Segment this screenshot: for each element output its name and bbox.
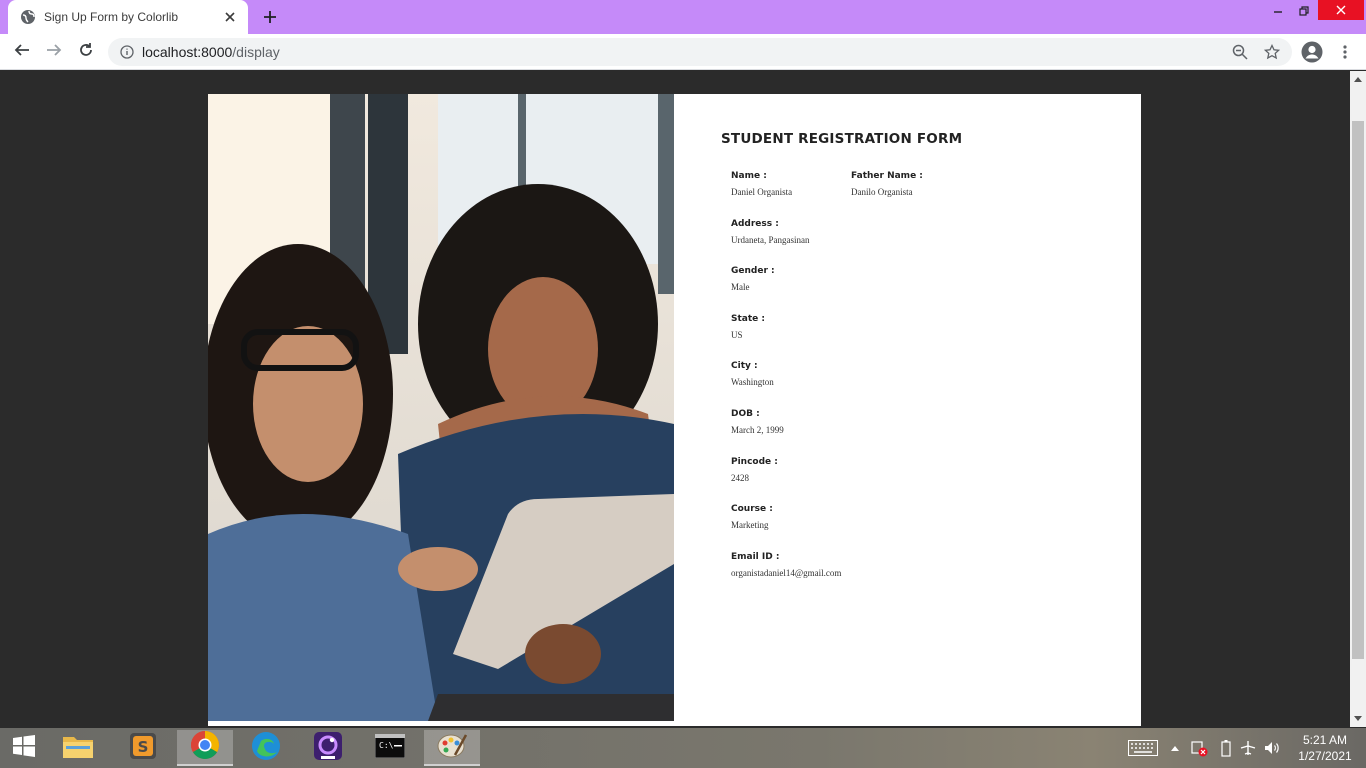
field-state: State : US (731, 314, 765, 340)
start-button[interactable] (0, 728, 48, 768)
edge-icon (251, 731, 281, 766)
city-value: Washington (731, 377, 774, 387)
form-title: STUDENT REGISTRATION FORM (721, 131, 963, 147)
network-disconnected-icon[interactable] (1188, 728, 1210, 768)
registration-card: STUDENT REGISTRATION FORM Name : Daniel … (208, 94, 1141, 726)
address-bar[interactable]: localhost:8000/display (108, 38, 1292, 66)
tab-close-icon[interactable] (222, 9, 238, 25)
reload-button[interactable] (74, 41, 98, 63)
taskbar-edge[interactable] (238, 730, 294, 766)
zoom-icon[interactable] (1231, 43, 1249, 61)
paint-palette-icon (437, 731, 468, 764)
close-window-button[interactable] (1318, 0, 1364, 20)
email-value: organistadaniel14@gmail.com (731, 568, 842, 578)
father-name-value: Danilo Organista (851, 187, 913, 197)
url-host: localhost:8000 (142, 44, 233, 60)
scroll-down-arrow-icon[interactable] (1350, 711, 1366, 727)
chrome-icon (190, 730, 220, 765)
field-father-name: Father Name : Danilo Organista (851, 171, 923, 197)
page-scrollbar[interactable] (1350, 71, 1366, 727)
taskbar-chrome[interactable] (177, 730, 233, 766)
address-value: Urdaneta, Pangasinan (731, 235, 810, 245)
field-city: City : Washington (731, 361, 774, 387)
address-label: Address : (731, 219, 779, 229)
tab-title: Sign Up Form by Colorlib (44, 10, 179, 24)
course-label: Course : (731, 504, 773, 514)
svg-text:S: S (138, 738, 149, 756)
registration-form: STUDENT REGISTRATION FORM Name : Daniel … (721, 131, 1121, 578)
field-pincode: Pincode : 2428 (731, 457, 778, 483)
state-label: State : (731, 314, 765, 324)
show-hidden-icons-icon[interactable] (1166, 728, 1184, 768)
svg-text:C:\: C:\ (379, 741, 394, 750)
windows-taskbar: S C:\ 5:21 AM 1/27/2021 (0, 728, 1366, 768)
dob-label: DOB : (731, 409, 760, 419)
taskbar-purple-app[interactable] (300, 730, 356, 766)
taskbar-clock[interactable]: 5:21 AM 1/27/2021 (1290, 732, 1360, 764)
touch-keyboard-icon[interactable] (1126, 728, 1160, 768)
course-value: Marketing (731, 520, 769, 530)
field-address: Address : Urdaneta, Pangasinan (731, 219, 809, 245)
new-tab-button[interactable] (258, 6, 282, 28)
restore-button[interactable] (1292, 0, 1316, 22)
url-path: /display (232, 44, 280, 60)
students-photo (208, 94, 674, 721)
arrow-right-icon (46, 42, 62, 63)
terminal-icon: C:\ (374, 733, 406, 763)
browser-tab[interactable]: Sign Up Form by Colorlib (8, 0, 248, 34)
dob-value: March 2, 1999 (731, 425, 784, 435)
gender-label: Gender : (731, 266, 775, 276)
folder-icon (62, 733, 94, 764)
back-button[interactable] (10, 41, 34, 63)
browser-toolbar: localhost:8000/display (0, 34, 1366, 70)
globe-icon (20, 9, 36, 25)
city-label: City : (731, 361, 758, 371)
gender-value: Male (731, 282, 750, 292)
airplane-mode-icon[interactable] (1238, 728, 1258, 768)
field-name: Name : Daniel Organista (731, 171, 792, 197)
taskbar-file-explorer[interactable] (50, 730, 106, 766)
windows-logo-icon (12, 734, 36, 763)
clock-time: 5:21 AM (1302, 733, 1348, 747)
profile-avatar[interactable] (1300, 40, 1324, 64)
taskbar-sublime-text[interactable]: S (115, 730, 171, 766)
pincode-label: Pincode : (731, 457, 778, 467)
battery-icon[interactable] (1216, 728, 1236, 768)
field-email: Email ID : organistadaniel14@gmail.com (731, 552, 841, 578)
purple-app-icon (313, 731, 343, 766)
arrow-left-icon (14, 42, 30, 63)
reload-icon (78, 42, 94, 63)
more-menu-icon[interactable] (1336, 43, 1354, 61)
browser-tab-strip: Sign Up Form by Colorlib (0, 0, 1366, 34)
taskbar-command-prompt[interactable]: C:\ (362, 730, 418, 766)
bookmark-star-icon[interactable] (1263, 43, 1281, 61)
scrollbar-thumb[interactable] (1352, 121, 1364, 659)
minimize-button[interactable] (1266, 0, 1290, 22)
info-icon[interactable] (120, 45, 134, 59)
forward-button[interactable] (42, 41, 66, 63)
name-label: Name : (731, 171, 767, 181)
volume-icon[interactable] (1262, 728, 1282, 768)
clock-date: 1/27/2021 (1298, 749, 1352, 763)
state-value: US (731, 330, 743, 340)
page-viewport: STUDENT REGISTRATION FORM Name : Daniel … (0, 71, 1350, 727)
scroll-up-arrow-icon[interactable] (1350, 71, 1366, 87)
field-gender: Gender : Male (731, 266, 775, 292)
email-label: Email ID : (731, 552, 780, 562)
name-value: Daniel Organista (731, 187, 793, 197)
field-dob: DOB : March 2, 1999 (731, 409, 784, 435)
taskbar-paint[interactable] (424, 730, 480, 766)
father-name-label: Father Name : (851, 171, 923, 181)
pincode-value: 2428 (731, 473, 749, 483)
sublime-text-icon: S (129, 732, 157, 765)
field-course: Course : Marketing (731, 504, 773, 530)
